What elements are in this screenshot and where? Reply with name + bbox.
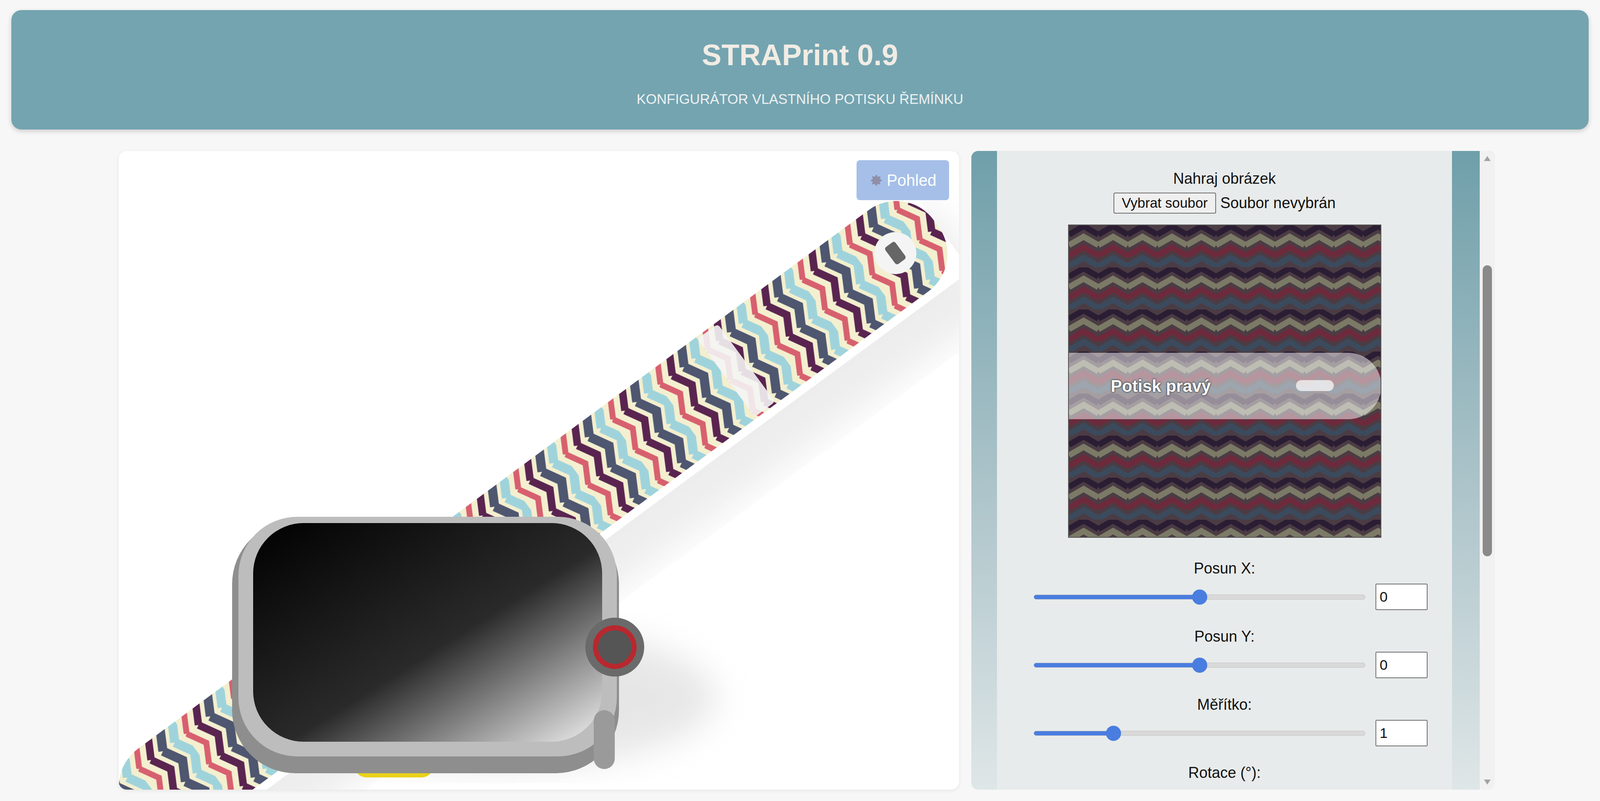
app-title: STRAPrint 0.9 [701,36,899,75]
control-group: Posun X: [997,559,1452,611]
transform-controls: Posun X: Posun Y: Měřítko: Rotace (°): [997,559,1452,783]
strap-render[interactable] [118,150,960,790]
control-label: Rotace (°): [1188,763,1261,783]
slider[interactable] [1033,730,1366,736]
control-group: Měřítko: [997,695,1452,747]
slider[interactable] [1033,594,1366,600]
viewer-card[interactable]: Pohled [118,150,960,790]
control-label: Měřítko: [1197,695,1252,715]
view-button-label: Pohled [886,170,937,191]
upload-label: Nahraj obrázek [1173,169,1276,188]
settings-panel: Nahraj obrázek Vybrat soubor Soubor nevy… [971,150,1495,790]
slider-fill [1034,595,1200,600]
slider-thumb[interactable] [1192,657,1208,673]
control-group: Posun Y: [997,627,1452,679]
control-label: Posun X: [1193,559,1256,578]
slider-thumb[interactable] [1192,589,1208,605]
control-group: Rotace (°): [997,763,1452,783]
workspace: Pohled Nahraj obrázek Vybrat soubor Soub… [0,150,1600,790]
settings-content: Nahraj obrázek Vybrat soubor Soubor nevy… [997,150,1452,790]
file-status: Soubor nevybrán [1220,193,1336,213]
preview-label: Potisk pravý [1110,375,1212,397]
control-label: Posun Y: [1194,627,1255,646]
scrollbar[interactable] [1479,150,1495,790]
slider-fill [1034,731,1114,736]
slider[interactable] [1033,662,1366,668]
panel-margin [1451,150,1480,790]
app-header: STRAPrint 0.9 KONFIGURÁTOR VLASTNÍHO POT… [11,10,1589,130]
value-input[interactable] [1375,651,1428,679]
scroll-thumb[interactable] [1482,265,1492,557]
view-button[interactable]: Pohled [856,160,950,201]
gear-icon [869,173,884,188]
slider-row [997,651,1452,679]
slider-thumb[interactable] [1105,725,1122,741]
file-picker[interactable]: Vybrat soubor Soubor nevybrán [1113,192,1336,214]
preview-canvas[interactable]: Potisk pravý [1068,224,1382,538]
slider-row [997,583,1452,611]
scroll-down-icon[interactable] [1482,778,1492,786]
value-input[interactable] [1375,719,1428,747]
app-subtitle: KONFIGURÁTOR VLASTNÍHO POTISKU ŘEMÍNKU [636,90,964,108]
scroll-up-icon[interactable] [1482,155,1492,162]
choose-file-button[interactable]: Vybrat soubor [1113,192,1217,214]
value-input[interactable] [1375,583,1428,611]
slider-fill [1034,663,1200,668]
slider-row [997,719,1452,747]
